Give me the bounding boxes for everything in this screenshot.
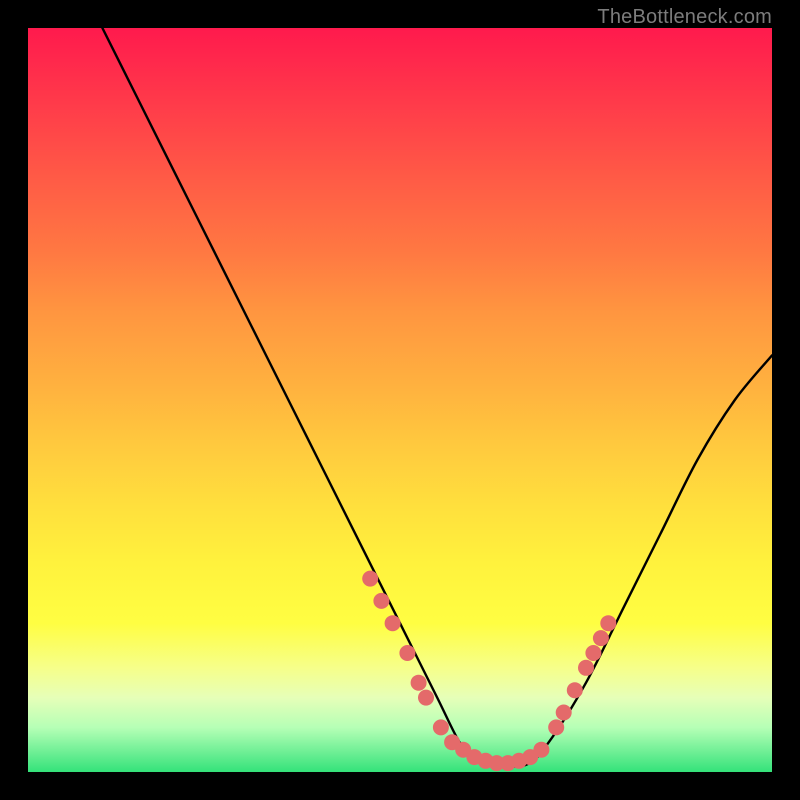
highlight-dot: [600, 615, 616, 631]
highlight-dots-left: [362, 571, 471, 758]
highlight-dot: [533, 742, 549, 758]
highlight-dot: [385, 615, 401, 631]
chart-frame: TheBottleneck.com: [0, 0, 800, 800]
highlight-dot: [399, 645, 415, 661]
watermark-text: TheBottleneck.com: [597, 6, 772, 29]
highlight-dot: [411, 675, 427, 691]
highlight-dot: [556, 705, 572, 721]
plot-area: [28, 28, 772, 772]
highlight-dot: [578, 660, 594, 676]
highlight-dots-right: [548, 615, 616, 735]
highlight-dot: [418, 690, 434, 706]
highlight-dot: [548, 719, 564, 735]
highlight-dot: [585, 645, 601, 661]
highlight-dot: [433, 719, 449, 735]
highlight-dots-bottom: [466, 742, 549, 771]
highlight-dot: [373, 593, 389, 609]
highlight-dot: [593, 630, 609, 646]
bottleneck-curve: [102, 28, 772, 767]
highlight-dot: [362, 571, 378, 587]
curve-layer: [28, 28, 772, 772]
highlight-dot: [567, 682, 583, 698]
